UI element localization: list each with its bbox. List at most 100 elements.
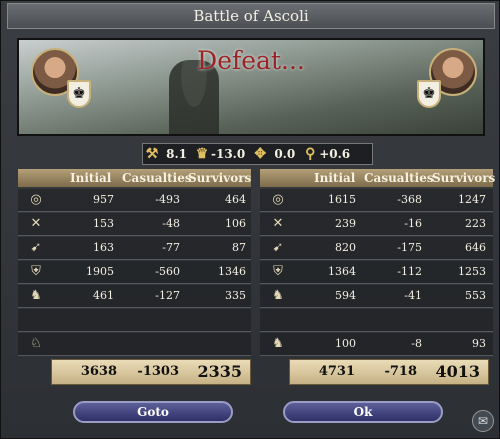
cell-initial: 239 (335, 217, 356, 230)
cell-survivors: 93 (472, 337, 486, 350)
cell-survivors: 1253 (458, 265, 486, 278)
horse-knight-icon: ♞ (272, 288, 284, 303)
table-row[interactable]: ♞ 594 -41 553 (260, 285, 493, 308)
tools-icon: ✥ (254, 146, 267, 162)
right-table-header: Initial Casualties Survivors (260, 169, 496, 187)
modifier-value: 0.0 (274, 147, 296, 161)
cell-casualties: -127 (155, 289, 180, 302)
table-row[interactable]: ♘ (18, 333, 251, 356)
mail-icon[interactable]: ✉ (472, 410, 494, 432)
shield-sword-icon: ⛨ (273, 264, 283, 279)
total-initial: 3638 (80, 364, 117, 379)
cell-casualties: -16 (404, 217, 422, 230)
modifier-value: +0.6 (319, 147, 351, 161)
cell-casualties: -175 (397, 241, 422, 254)
battle-result-text: Defeat... (197, 46, 305, 75)
left-army-panel: Initial Casualties Survivors ◎ 957 -493 464… (18, 169, 251, 359)
header-casualties: Casualties (364, 171, 434, 185)
archer-icon: ◎ (30, 192, 42, 207)
table-row[interactable]: ➹ 163 -77 87 (18, 237, 251, 260)
total-casualties: -718 (384, 364, 417, 379)
header-initial: Initial (70, 171, 112, 185)
total-survivors: 4013 (435, 362, 480, 381)
cell-initial: 594 (335, 289, 356, 302)
cell-survivors: 106 (225, 217, 246, 230)
modifier-0[interactable]: ⚒ 8.1 (143, 145, 191, 163)
crossed-axes-icon: ✕ (272, 216, 284, 231)
right-totals-scroll: 4731 -718 4013 (289, 359, 489, 385)
total-casualties: -1303 (137, 364, 179, 379)
left-totals-scroll: 3638 -1303 2335 (51, 359, 251, 385)
cell-initial: 1615 (328, 193, 356, 206)
cell-initial: 1364 (328, 265, 356, 278)
cell-initial: 461 (93, 289, 114, 302)
right-coat-of-arms-icon[interactable]: ♚ (417, 80, 441, 108)
total-initial: 4731 (318, 364, 355, 379)
modifier-3[interactable]: ⚲ +0.6 (301, 145, 354, 163)
table-row[interactable]: ♞ 100 -8 93 (260, 333, 493, 356)
archer-icon: ◎ (272, 192, 284, 207)
modifier-value: 8.1 (166, 147, 187, 161)
header-survivors: Survivors (432, 171, 496, 185)
modifier-2[interactable]: ✥ 0.0 (251, 145, 299, 163)
axes-icon: ⚒ (145, 146, 159, 162)
table-row[interactable]: ➹ 820 -175 646 (260, 237, 493, 260)
cell-initial: 1905 (86, 265, 114, 278)
table-row[interactable]: ⛨ 1905 -560 1346 (18, 261, 251, 284)
cell-casualties: -48 (162, 217, 180, 230)
cell-initial: 820 (335, 241, 356, 254)
header-casualties: Casualties (122, 171, 192, 185)
window-title: Battle of Ascoli (193, 7, 309, 25)
table-row[interactable]: ◎ 957 -493 464 (18, 189, 251, 212)
cell-survivors: 1247 (458, 193, 486, 206)
table-row[interactable]: ◎ 1615 -368 1247 (260, 189, 493, 212)
cell-initial: 100 (335, 337, 356, 350)
cell-survivors: 335 (225, 289, 246, 302)
modifier-1[interactable]: ♛ -13.0 (193, 145, 249, 163)
table-row[interactable]: ♞ 461 -127 335 (18, 285, 251, 308)
bow-icon: ➹ (30, 240, 42, 255)
cell-initial: 163 (93, 241, 114, 254)
crossed-axes-icon: ✕ (30, 216, 42, 231)
table-row[interactable]: ✕ 153 -48 106 (18, 213, 251, 236)
cell-survivors: 553 (465, 289, 486, 302)
cell-survivors: 223 (465, 217, 486, 230)
battle-banner: Defeat... ♚ ♚ (17, 38, 485, 136)
horse-knight-icon: ♞ (30, 288, 42, 303)
elephant-icon: ♘ (30, 336, 42, 351)
goto-button[interactable]: Goto (73, 401, 233, 423)
battle-result-window: Battle of Ascoli Defeat... ♚ ♚ ⚒ 8.1 ♛ -13… (0, 0, 500, 439)
crown-icon: ♛ (195, 146, 209, 162)
cell-survivors: 1346 (218, 265, 246, 278)
cell-survivors: 87 (232, 241, 246, 254)
modifier-value: -13.0 (211, 147, 246, 161)
cell-casualties: -77 (162, 241, 180, 254)
cell-casualties: -112 (397, 265, 422, 278)
right-army-panel: Initial Casualties Survivors ◎ 1615 -368 12… (260, 169, 496, 359)
header-initial: Initial (314, 171, 356, 185)
header-survivors: Survivors (188, 171, 252, 185)
cell-survivors: 464 (225, 193, 246, 206)
title-bar: Battle of Ascoli (7, 3, 495, 29)
cell-casualties: -560 (155, 265, 180, 278)
table-row (18, 309, 251, 332)
bow-icon: ➹ (272, 240, 284, 255)
cell-initial: 957 (93, 193, 114, 206)
left-table-header: Initial Casualties Survivors (18, 169, 251, 187)
cell-casualties: -41 (404, 289, 422, 302)
cell-casualties: -493 (155, 193, 180, 206)
total-survivors: 2335 (197, 362, 242, 381)
cell-initial: 153 (93, 217, 114, 230)
table-row[interactable]: ⛨ 1364 -112 1253 (260, 261, 493, 284)
ok-button[interactable]: Ok (283, 401, 443, 423)
horse-archer-icon: ♞ (272, 336, 284, 351)
cell-casualties: -8 (411, 337, 422, 350)
cell-casualties: -368 (397, 193, 422, 206)
shield-sword-icon: ⛨ (31, 264, 41, 279)
battle-modifiers-bar: ⚒ 8.1 ♛ -13.0 ✥ 0.0 ⚲ +0.6 (142, 143, 373, 165)
magnifier-icon: ⚲ (305, 146, 316, 162)
cell-survivors: 646 (465, 241, 486, 254)
left-coat-of-arms-icon[interactable]: ♚ (67, 80, 91, 108)
table-row[interactable]: ✕ 239 -16 223 (260, 213, 493, 236)
table-row (260, 309, 493, 332)
